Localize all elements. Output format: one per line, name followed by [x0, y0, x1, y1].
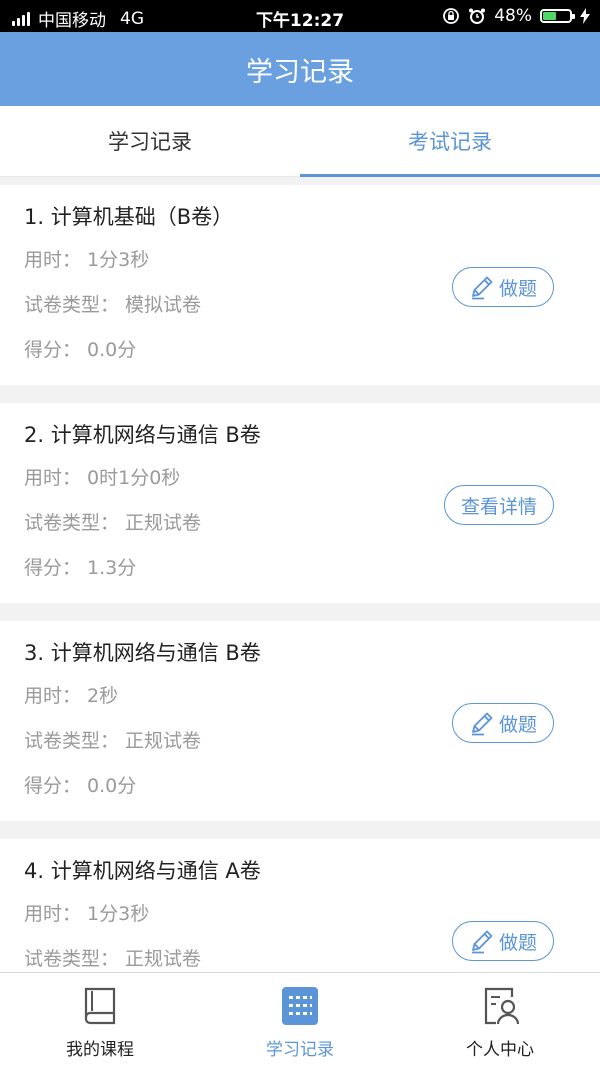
charging-icon	[580, 8, 590, 24]
record-card: 3. 计算机网络与通信 B卷 用时： 2秒 试卷类型： 正规试卷 得分： 0.0…	[0, 621, 600, 821]
status-bar: 中国移动 4G 下午12:27 48%	[0, 0, 600, 32]
profile-icon	[484, 987, 520, 1025]
record-card: 2. 计算机网络与通信 B卷 用时： 0时1分0秒 试卷类型： 正规试卷 得分：…	[0, 403, 600, 603]
nav-label: 我的课程	[66, 1040, 134, 1060]
button-label: 做题	[498, 931, 537, 954]
record-time: 用时： 0时1分0秒	[24, 467, 181, 489]
nav-label: 个人中心	[466, 1040, 534, 1060]
record-title: 1. 计算机基础（B卷）	[24, 205, 234, 229]
do-exam-button[interactable]: 做题	[451, 267, 554, 307]
tab-bar: 学习记录 考试记录	[0, 106, 600, 177]
book-icon	[84, 987, 116, 1025]
tab-label: 考试记录	[408, 130, 492, 154]
do-exam-button[interactable]: 做题	[451, 921, 554, 961]
alarm-icon	[469, 8, 486, 24]
record-title: 4. 计算机网络与通信 A卷	[24, 859, 261, 883]
nav-personal-center[interactable]: 个人中心	[400, 973, 600, 1068]
nav-my-courses[interactable]: 我的课程	[0, 973, 200, 1068]
orientation-lock-icon	[443, 8, 460, 24]
button-label: 做题	[498, 713, 537, 736]
record-title: 2. 计算机网络与通信 B卷	[24, 423, 261, 447]
list-icon	[282, 987, 318, 1025]
record-title: 3. 计算机网络与通信 B卷	[24, 641, 261, 665]
record-time: 用时： 1分3秒	[24, 903, 150, 925]
edit-icon	[471, 930, 493, 954]
do-exam-button[interactable]: 做题	[451, 703, 554, 743]
nav-label: 学习记录	[266, 1040, 334, 1060]
button-label: 查看详情	[460, 495, 537, 518]
nav-study-records[interactable]: 学习记录	[200, 973, 400, 1068]
record-score: 得分： 0.0分	[24, 339, 137, 361]
record-score: 得分： 0.0分	[24, 775, 137, 797]
record-score: 得分： 1.3分	[24, 557, 137, 579]
battery-percent: 48%	[494, 6, 532, 26]
battery-icon	[540, 9, 575, 23]
record-card: 1. 计算机基础（B卷） 用时： 1分3秒 试卷类型： 模拟试卷 得分： 0.0…	[0, 185, 600, 385]
record-time: 用时： 2秒	[24, 685, 119, 707]
page-title: 学习记录	[246, 56, 354, 88]
exam-record-list: 1. 计算机基础（B卷） 用时： 1分3秒 试卷类型： 模拟试卷 得分： 0.0…	[0, 185, 600, 1057]
record-time: 用时： 1分3秒	[24, 249, 150, 271]
tab-study-records[interactable]: 学习记录	[0, 106, 300, 176]
record-type: 试卷类型： 正规试卷	[24, 948, 202, 970]
tab-exam-records[interactable]: 考试记录	[300, 106, 600, 177]
record-type: 试卷类型： 正规试卷	[24, 512, 202, 534]
view-details-button[interactable]: 查看详情	[443, 485, 554, 525]
record-type: 试卷类型： 模拟试卷	[24, 294, 202, 316]
header: 学习记录	[0, 32, 600, 106]
tab-label: 学习记录	[108, 130, 192, 154]
bottom-nav: 我的课程 学习记录 个人中心	[0, 972, 600, 1068]
record-type: 试卷类型： 正规试卷	[24, 730, 202, 752]
edit-icon	[471, 712, 493, 736]
edit-icon	[471, 276, 493, 300]
button-label: 做题	[498, 277, 537, 300]
